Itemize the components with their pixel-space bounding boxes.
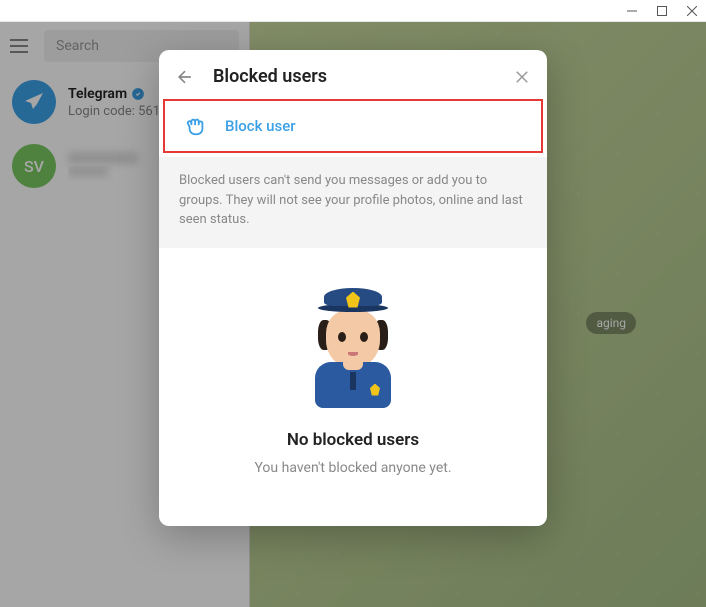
empty-state-title: No blocked users [179, 430, 527, 450]
police-officer-illustration [298, 288, 408, 408]
back-button[interactable] [175, 67, 195, 87]
modal-overlay[interactable]: Blocked users Block user Blocked users c… [0, 22, 706, 607]
close-button[interactable] [513, 68, 531, 86]
empty-state-subtitle: You haven't blocked anyone yet. [179, 460, 527, 476]
blocked-users-modal: Blocked users Block user Blocked users c… [159, 50, 547, 526]
hand-icon [185, 115, 207, 137]
window-close-button[interactable] [686, 5, 698, 17]
block-user-button[interactable]: Block user [163, 99, 543, 153]
modal-title: Blocked users [213, 66, 495, 87]
window-titlebar [0, 0, 706, 22]
minimize-button[interactable] [626, 5, 638, 17]
info-section: Blocked users can't send you messages or… [159, 157, 547, 248]
info-text: Blocked users can't send you messages or… [179, 171, 527, 230]
block-user-label: Block user [225, 117, 296, 135]
empty-state: No blocked users You haven't blocked any… [159, 248, 547, 526]
maximize-button[interactable] [656, 5, 668, 17]
